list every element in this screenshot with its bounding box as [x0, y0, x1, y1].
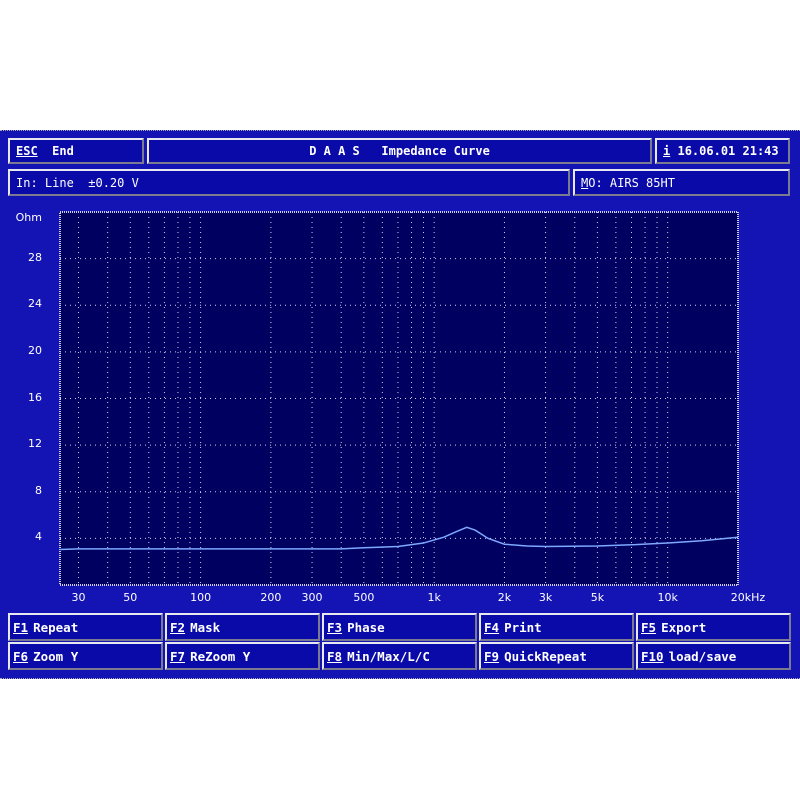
key-code: F2: [170, 619, 186, 635]
key-label: Phase: [347, 619, 385, 635]
key-label: Zoom Y: [33, 648, 79, 664]
key-code: F4: [484, 619, 500, 635]
key-code: F6: [13, 648, 29, 664]
function-key-f2[interactable]: F2 Mask: [165, 613, 320, 641]
function-key-f3[interactable]: F3 Phase: [322, 613, 477, 641]
function-key-f5[interactable]: F5 Export: [636, 613, 791, 641]
impedance-chart: [59, 211, 739, 586]
key-label: load/save: [668, 648, 737, 664]
function-key-f6[interactable]: F6 Zoom Y: [8, 642, 163, 670]
key-code: F1: [13, 619, 29, 635]
key-code: F10: [641, 648, 664, 664]
key-label: Print: [504, 619, 542, 635]
plot-area: [59, 211, 739, 586]
function-key-f1[interactable]: F1 Repeat: [8, 613, 163, 641]
key-code: F3: [327, 619, 343, 635]
key-code: F8: [327, 648, 343, 664]
key-label: Export: [661, 619, 707, 635]
function-key-f8[interactable]: F8 Min/Max/L/C: [322, 642, 477, 670]
key-label: ReZoom Y: [190, 648, 251, 664]
key-code: F7: [170, 648, 186, 664]
key-label: Min/Max/L/C: [347, 648, 430, 664]
function-key-f10[interactable]: F10 load/save: [636, 642, 791, 670]
function-key-f7[interactable]: F7 ReZoom Y: [165, 642, 320, 670]
key-label: QuickRepeat: [504, 648, 587, 664]
key-code: F5: [641, 619, 657, 635]
key-label: Mask: [190, 619, 221, 635]
function-key-f4[interactable]: F4 Print: [479, 613, 634, 641]
key-label: Repeat: [33, 619, 79, 635]
key-code: F9: [484, 648, 500, 664]
function-key-f9[interactable]: F9 QuickRepeat: [479, 642, 634, 670]
